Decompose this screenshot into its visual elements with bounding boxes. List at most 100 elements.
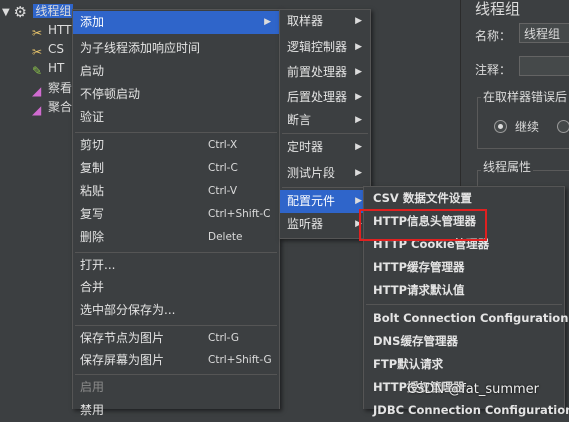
context-menu-item-6[interactable]: 复制 Ctrl-C <box>73 157 279 180</box>
submenu-arrow-icon: ▶ <box>355 115 362 125</box>
add-submenu-item-4[interactable]: 断言 ▶ <box>280 109 370 132</box>
add-submenu-item-8[interactable]: 监听器 ▶ <box>280 213 370 236</box>
config-submenu-item-6[interactable]: DNS缓存管理器 <box>364 330 564 353</box>
config-submenu-item-7[interactable]: FTP默认请求 <box>364 353 564 376</box>
menu-item-label: 不停顿启动 <box>80 87 141 101</box>
comment-label: 注释： <box>475 63 512 77</box>
submenu-arrow-icon: ▶ <box>355 42 362 52</box>
menu-item-label: 配置元件 <box>287 194 336 208</box>
submenu-arrow-icon: ▶ <box>264 17 271 27</box>
submenu-arrow-icon: ▶ <box>355 196 362 206</box>
context-menu-item-13[interactable]: 保存节点为图片 Ctrl-G <box>73 327 279 350</box>
context-menu-item-12[interactable]: 选中部分保存为... <box>73 299 279 322</box>
menu-item-label: 为子线程添加响应时间 <box>80 41 201 55</box>
context-menu-item-11[interactable]: 合并 <box>73 276 279 299</box>
context-menu-item-2[interactable]: 启动 <box>73 60 279 83</box>
error-action-label: 在取样器错误后 <box>481 88 569 105</box>
menu-item-label: 后置处理器 <box>287 90 348 104</box>
context-menu-item-14[interactable]: 保存屏幕为图片 Ctrl+Shift-G <box>73 349 279 372</box>
menu-separator <box>75 252 277 253</box>
sampler-tools-icon: ✂ <box>32 44 43 59</box>
menu-item-label: JDBC Connection Configuration <box>373 403 569 417</box>
menu-item-label: HTTP Cookie管理器 <box>373 237 490 251</box>
menu-item-label: 保存屏幕为图片 <box>80 353 165 367</box>
menu-separator <box>366 304 562 305</box>
menu-item-label: HTTP信息头管理器 <box>373 214 477 228</box>
tree-item-view-results[interactable]: ◢ 察看 <box>32 79 72 98</box>
config-submenu-item-2[interactable]: HTTP Cookie管理器 <box>364 233 564 256</box>
submenu-arrow-icon: ▶ <box>355 142 362 152</box>
comment-field[interactable] <box>519 56 569 76</box>
config-submenu-item-5[interactable]: Bolt Connection Configuration <box>364 307 568 330</box>
shortcut-label: Ctrl-G <box>208 332 239 344</box>
context-menu: 添加 ▶ 为子线程添加响应时间 启动 不停顿启动 验证 剪切 Ctrl-X 复制 Ctrl-C 粘贴… <box>72 9 280 417</box>
menu-item-label: 前置处理器 <box>287 65 348 79</box>
tree-item-http-2[interactable]: ✎ HT <box>32 59 64 78</box>
config-submenu-item-4[interactable]: HTTP请求默认值 <box>364 279 564 302</box>
menu-item-label: CSV 数据文件设置 <box>373 191 472 205</box>
context-menu-item-7[interactable]: 粘贴 Ctrl-V <box>73 180 279 203</box>
shortcut-label: Ctrl-V <box>208 185 238 197</box>
context-menu-item-9[interactable]: 删除 Delete <box>73 226 279 249</box>
menu-item-label: 复制 <box>80 161 105 175</box>
shortcut-label: Ctrl+Shift-G <box>208 354 272 366</box>
submenu-arrow-icon: ▶ <box>355 16 362 26</box>
context-menu-item-3[interactable]: 不停顿启动 <box>73 83 279 106</box>
continue-radio[interactable] <box>494 120 507 133</box>
shortcut-label: Delete <box>208 231 243 243</box>
tree-root[interactable]: ▼ ⚙ 线程组 <box>2 2 74 20</box>
context-menu-item-16[interactable]: 禁用 <box>73 399 279 422</box>
menu-separator <box>282 187 368 188</box>
thread-props-label: 线程属性 <box>481 158 534 175</box>
context-menu-item-0[interactable]: 添加 ▶ <box>73 11 279 34</box>
add-submenu-item-3[interactable]: 后置处理器 ▶ <box>280 86 370 109</box>
menu-item-label: 监听器 <box>287 217 324 231</box>
menu-item-label: 剪切 <box>80 138 105 152</box>
submenu-arrow-icon: ▶ <box>355 219 362 229</box>
pencil-icon: ✎ <box>32 63 43 78</box>
next-loop-radio[interactable] <box>557 120 569 133</box>
config-submenu-item-3[interactable]: HTTP缓存管理器 <box>364 256 564 279</box>
expand-arrow-icon[interactable]: ▼ <box>2 7 10 18</box>
menu-item-label: 复写 <box>80 207 105 221</box>
tree-item-aggregate[interactable]: ◢ 聚合 <box>32 98 72 117</box>
add-submenu-item-5[interactable]: 定时器 ▶ <box>280 136 370 159</box>
tree-root-label[interactable]: 线程组 <box>33 4 74 18</box>
menu-item-label: 定时器 <box>287 140 324 154</box>
submenu-arrow-icon: ▶ <box>355 67 362 77</box>
config-submenu-item-9[interactable]: JDBC Connection Configuration <box>364 399 569 422</box>
menu-item-label: 验证 <box>80 110 105 124</box>
context-menu-item-5[interactable]: 剪切 Ctrl-X <box>73 134 279 157</box>
continue-label: 继续 <box>515 120 540 134</box>
menu-separator <box>75 374 277 375</box>
menu-item-label: 禁用 <box>80 403 105 417</box>
menu-item-label: 合并 <box>80 280 105 294</box>
menu-item-label: 粘贴 <box>80 184 105 198</box>
name-field[interactable]: 线程组 <box>519 23 569 43</box>
shortcut-label: Ctrl+Shift-C <box>208 208 271 220</box>
add-submenu-item-0[interactable]: 取样器 ▶ <box>280 10 370 33</box>
tree-item-csv[interactable]: ✂ CS <box>32 40 64 59</box>
add-submenu-item-6[interactable]: 测试片段 ▶ <box>280 162 370 185</box>
config-submenu-item-1[interactable]: HTTP信息头管理器 <box>364 210 564 233</box>
menu-item-label: 启动 <box>80 64 105 78</box>
panel-title: 线程组 <box>475 0 521 18</box>
context-menu-item-8[interactable]: 复写 Ctrl+Shift-C <box>73 203 279 226</box>
menu-separator <box>75 132 277 133</box>
sampler-tools-icon: ✂ <box>32 25 43 40</box>
menu-separator <box>75 325 277 326</box>
config-submenu-item-0[interactable]: CSV 数据文件设置 <box>364 187 564 210</box>
submenu-arrow-icon: ▶ <box>355 92 362 102</box>
menu-item-label: 选中部分保存为... <box>80 303 176 317</box>
context-menu-item-15: 启用 <box>73 376 279 399</box>
add-submenu-item-7[interactable]: 配置元件 ▶ <box>280 190 370 213</box>
context-menu-item-1[interactable]: 为子线程添加响应时间 <box>73 37 279 60</box>
shortcut-label: Ctrl-X <box>208 139 238 151</box>
config-element-submenu: CSV 数据文件设置 HTTP信息头管理器 HTTP Cookie管理器 HTTP缓存… <box>363 186 569 417</box>
menu-item-label: 删除 <box>80 230 105 244</box>
context-menu-item-10[interactable]: 打开... <box>73 254 279 277</box>
add-submenu-item-2[interactable]: 前置处理器 ▶ <box>280 61 370 84</box>
add-submenu-item-1[interactable]: 逻辑控制器 ▶ <box>280 36 370 59</box>
add-submenu: 取样器 ▶ 逻辑控制器 ▶ 前置处理器 ▶ 后置处理器 ▶ 断言 ▶ 定时器 ▶ 测试片段 ▶ 配置元件 ▶ 监… <box>279 9 371 239</box>
context-menu-item-4[interactable]: 验证 <box>73 106 279 129</box>
